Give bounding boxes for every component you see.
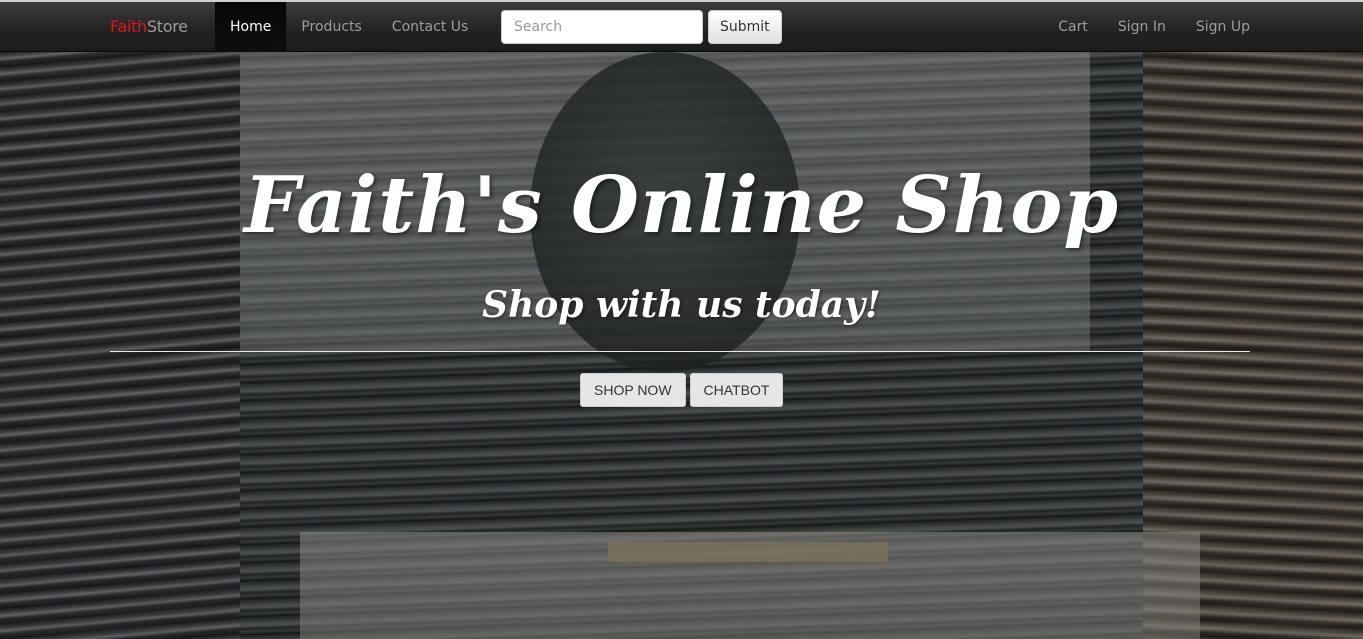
- brand-name-part1: Faith: [110, 17, 147, 36]
- nav-links-right: Cart Sign In Sign Up: [1043, 2, 1265, 52]
- hero-button-group: SHOP NOW CHATBOT: [580, 373, 784, 407]
- nav-link-sign-in[interactable]: Sign In: [1103, 2, 1181, 52]
- brand-name-part2: Store: [146, 17, 188, 36]
- nav-link-contact-us[interactable]: Contact Us: [377, 2, 483, 52]
- search-form: Submit: [501, 10, 782, 44]
- nav-link-cart[interactable]: Cart: [1043, 2, 1103, 52]
- search-input[interactable]: [501, 10, 703, 44]
- nav-links-left: Home Products Contact Us: [215, 2, 483, 52]
- hero-title: Faith's Online Shop: [244, 160, 1119, 251]
- hero-content: Faith's Online Shop Shop with us today! …: [0, 52, 1363, 639]
- hero-section: Faith's Online Shop Shop with us today! …: [0, 52, 1363, 639]
- hero-subtitle: Shop with us today!: [482, 284, 881, 326]
- chatbot-button[interactable]: CHATBOT: [689, 373, 784, 407]
- submit-button[interactable]: Submit: [708, 10, 782, 44]
- hero-divider: [110, 351, 1250, 352]
- brand-logo[interactable]: FaithStore: [110, 2, 188, 52]
- nav-link-home[interactable]: Home: [215, 2, 287, 52]
- nav-link-products[interactable]: Products: [286, 2, 376, 52]
- shop-now-button[interactable]: SHOP NOW: [580, 373, 686, 407]
- navbar: FaithStore Home Products Contact Us Subm…: [0, 0, 1363, 52]
- nav-link-sign-up[interactable]: Sign Up: [1181, 2, 1265, 52]
